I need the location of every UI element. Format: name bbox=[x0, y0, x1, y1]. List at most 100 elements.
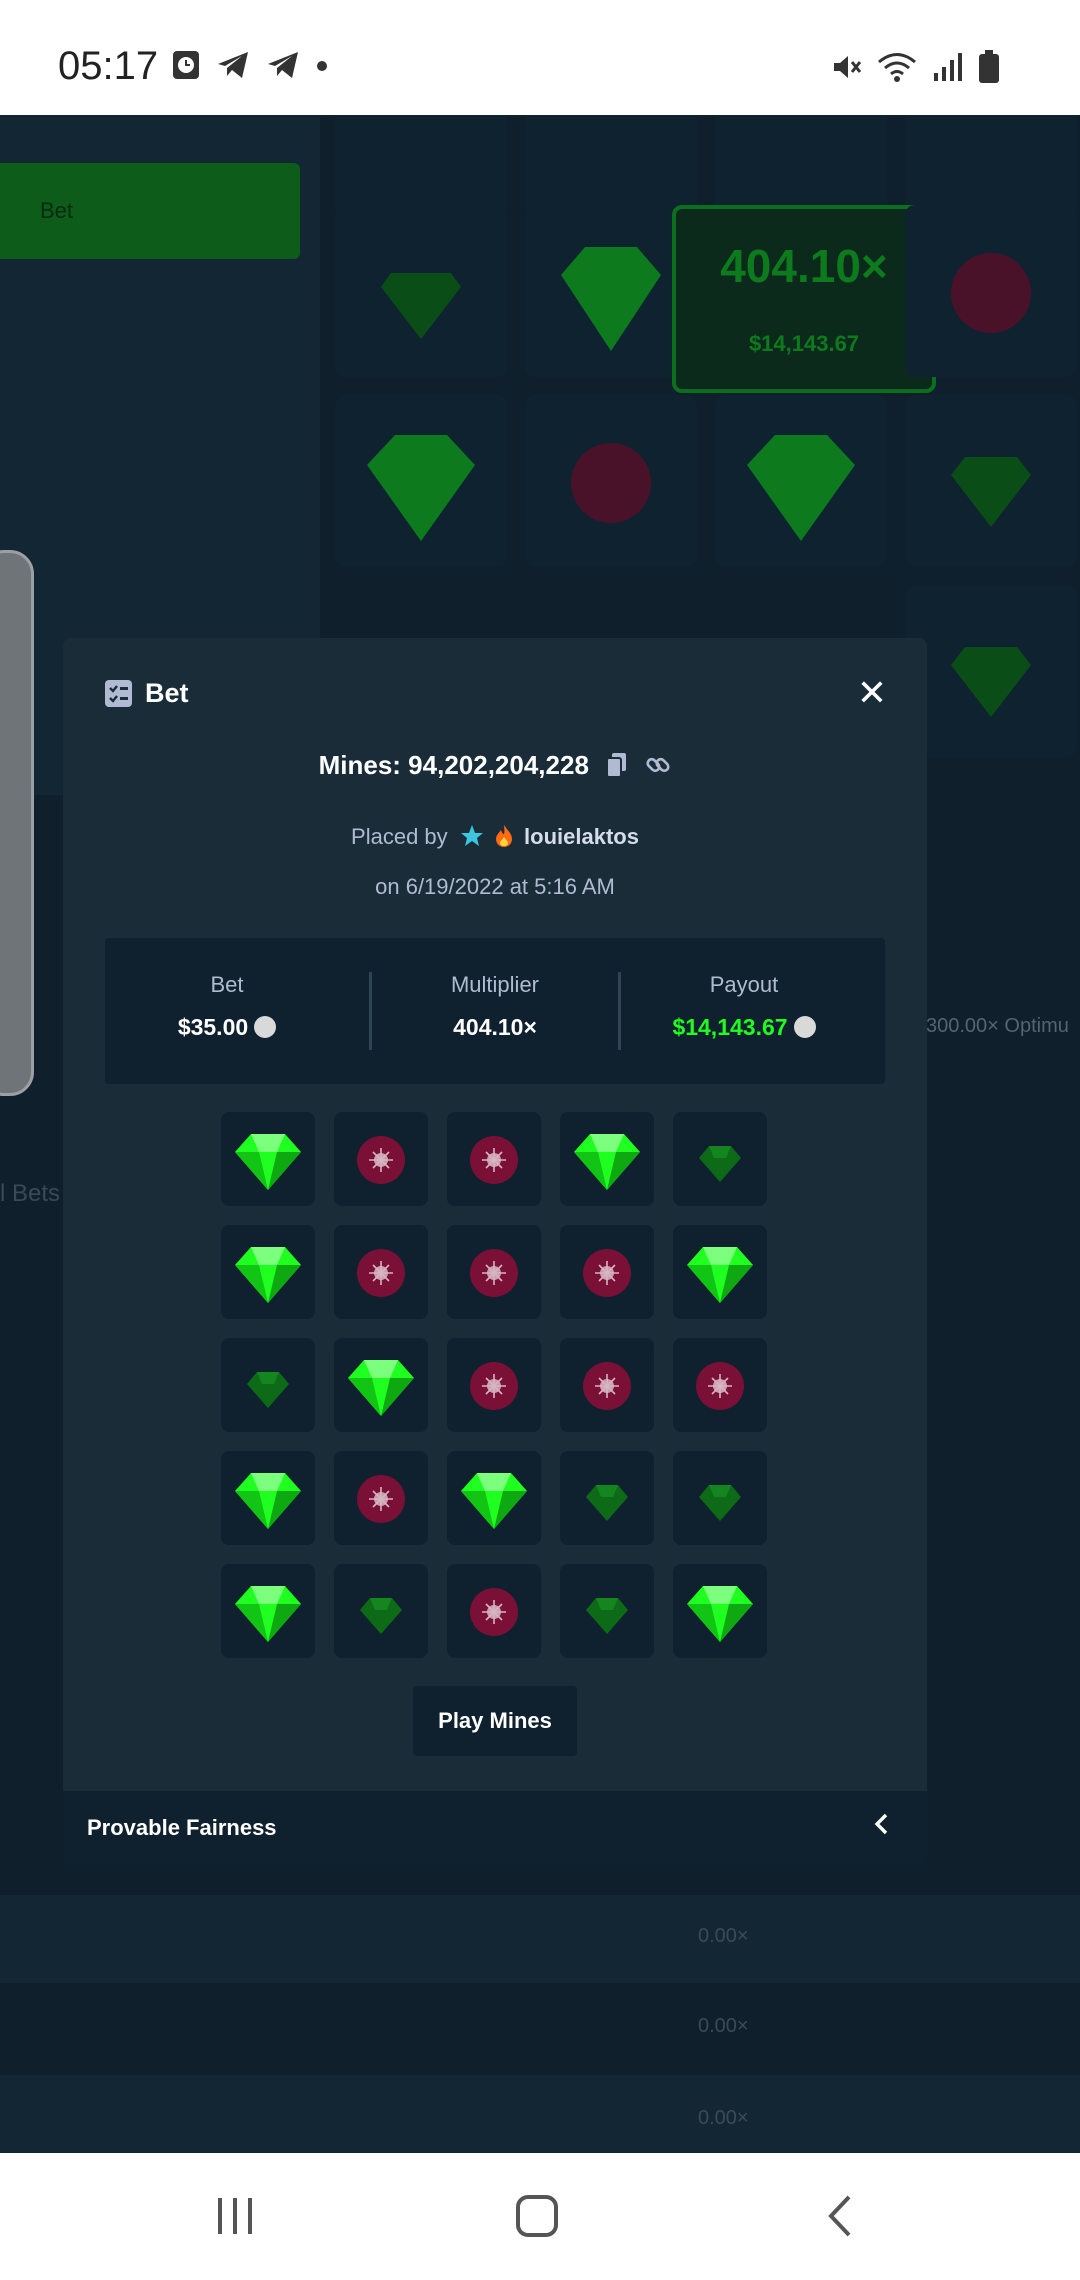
background-tile bbox=[905, 205, 1077, 377]
floating-handle[interactable] bbox=[0, 550, 34, 1096]
stat-payout-label: Payout bbox=[709, 972, 779, 997]
mine-icon bbox=[357, 1249, 405, 1297]
telegram-icon bbox=[266, 50, 300, 85]
stat-bet: Bet $35.00 bbox=[105, 938, 349, 1084]
stat-payout-value-wrap: $14,143.67 bbox=[622, 1014, 866, 1041]
mine-icon bbox=[470, 1136, 518, 1184]
dot-icon bbox=[316, 59, 328, 77]
bet-icon bbox=[105, 680, 132, 707]
mine-tile bbox=[447, 1338, 541, 1432]
stat-multiplier: Multiplier 404.10× bbox=[373, 938, 617, 1084]
mine-tile bbox=[221, 1564, 315, 1658]
fire-icon bbox=[494, 824, 514, 854]
close-icon[interactable]: ✕ bbox=[855, 675, 889, 711]
mine-tile bbox=[334, 1564, 428, 1658]
recent-apps-button[interactable] bbox=[190, 2181, 280, 2251]
telegram-icon bbox=[216, 50, 250, 85]
mine-tile bbox=[447, 1225, 541, 1319]
gem-icon bbox=[699, 1485, 741, 1521]
gem-icon bbox=[235, 1134, 301, 1190]
mine-tile bbox=[221, 1451, 315, 1545]
clock-app-icon bbox=[172, 50, 200, 85]
background-row-value: 0.00× bbox=[698, 2107, 749, 2129]
gem-icon bbox=[348, 1360, 414, 1416]
link-icon[interactable] bbox=[645, 752, 671, 785]
gem-icon bbox=[360, 1598, 402, 1634]
gem-icon bbox=[235, 1586, 301, 1642]
mine-tile bbox=[221, 1225, 315, 1319]
mine-tile bbox=[560, 1225, 654, 1319]
stat-payout: Payout $14,143.67 bbox=[622, 938, 866, 1084]
mine-tile bbox=[334, 1225, 428, 1319]
battery-icon bbox=[978, 50, 1000, 89]
chevron-left-icon bbox=[871, 1809, 891, 1847]
mine-icon bbox=[696, 1362, 744, 1410]
gem-icon bbox=[247, 1372, 289, 1408]
stat-bet-value-wrap: $35.00 bbox=[105, 1014, 349, 1041]
background-tile bbox=[335, 395, 507, 567]
stat-multiplier-label: Multiplier bbox=[450, 972, 540, 997]
provable-fairness-label: Provable Fairness bbox=[87, 1815, 277, 1840]
placed-by-prefix: Placed by bbox=[351, 824, 448, 849]
background-row-value: 0.00× bbox=[698, 2015, 749, 2037]
background-tile bbox=[905, 115, 1077, 217]
background-tile bbox=[525, 115, 697, 217]
bet-stats: Bet $35.00 Multiplier 404.10× Payout $14… bbox=[105, 938, 885, 1084]
mine-tile bbox=[334, 1451, 428, 1545]
game-id-text: Mines: 94,202,204,228 bbox=[318, 750, 589, 780]
home-button[interactable] bbox=[492, 2181, 582, 2251]
background-side-text: l Bets bbox=[0, 1180, 61, 1207]
stat-divider bbox=[369, 972, 372, 1050]
stat-multiplier-value: 404.10× bbox=[453, 1014, 537, 1040]
wifi-icon bbox=[876, 51, 918, 88]
mine-tile bbox=[673, 1451, 767, 1545]
background-bet-button: Bet bbox=[0, 163, 300, 259]
stat-bet-label: Bet bbox=[210, 972, 244, 997]
back-button[interactable] bbox=[795, 2181, 885, 2251]
bet-modal: Bet ✕ Mines: 94,202,204,228 Placed by lo… bbox=[63, 638, 927, 1864]
litecoin-icon bbox=[254, 1016, 277, 1038]
gem-icon bbox=[574, 1134, 640, 1190]
placed-by: Placed by louielaktos bbox=[63, 824, 927, 854]
gem-icon bbox=[687, 1247, 753, 1303]
game-id: Mines: 94,202,204,228 bbox=[63, 750, 927, 785]
background-tile bbox=[715, 395, 887, 567]
mine-icon bbox=[357, 1475, 405, 1523]
mine-icon bbox=[583, 1249, 631, 1297]
background-win-amount: $14,143.67 bbox=[748, 331, 860, 356]
background-tile bbox=[715, 115, 887, 217]
username[interactable]: louielaktos bbox=[524, 824, 639, 849]
gem-icon bbox=[235, 1247, 301, 1303]
mine-tile bbox=[560, 1112, 654, 1206]
background-row bbox=[0, 2075, 1080, 2153]
copy-icon[interactable] bbox=[606, 752, 628, 785]
mine-tile bbox=[673, 1338, 767, 1432]
modal-header: Bet ✕ bbox=[63, 638, 927, 748]
mine-tile bbox=[334, 1338, 428, 1432]
background-row-value: 0.00× bbox=[698, 1925, 749, 1947]
gem-icon bbox=[235, 1473, 301, 1529]
provable-fairness-toggle[interactable]: Provable Fairness bbox=[63, 1791, 927, 1864]
mine-tile bbox=[221, 1338, 315, 1432]
mine-tile bbox=[447, 1451, 541, 1545]
star-badge-icon bbox=[460, 824, 484, 854]
mine-tile bbox=[334, 1112, 428, 1206]
stat-bet-value: $35.00 bbox=[177, 1014, 249, 1040]
play-mines-button[interactable]: Play Mines bbox=[413, 1686, 577, 1756]
mine-tile bbox=[447, 1564, 541, 1658]
mine-tile bbox=[673, 1225, 767, 1319]
mine-icon bbox=[470, 1588, 518, 1636]
gem-icon bbox=[586, 1485, 628, 1521]
litecoin-icon bbox=[793, 1016, 816, 1038]
modal-title: Bet bbox=[145, 678, 189, 708]
mine-icon bbox=[470, 1362, 518, 1410]
mine-tile bbox=[560, 1338, 654, 1432]
background-tile bbox=[905, 395, 1077, 567]
bet-date: on 6/19/2022 at 5:16 AM bbox=[375, 874, 615, 899]
mine-icon bbox=[357, 1136, 405, 1184]
mine-tile bbox=[221, 1112, 315, 1206]
stat-divider bbox=[618, 972, 621, 1050]
mine-tile bbox=[673, 1564, 767, 1658]
mines-grid bbox=[221, 1112, 769, 1660]
status-time: 05:17 bbox=[58, 44, 159, 88]
